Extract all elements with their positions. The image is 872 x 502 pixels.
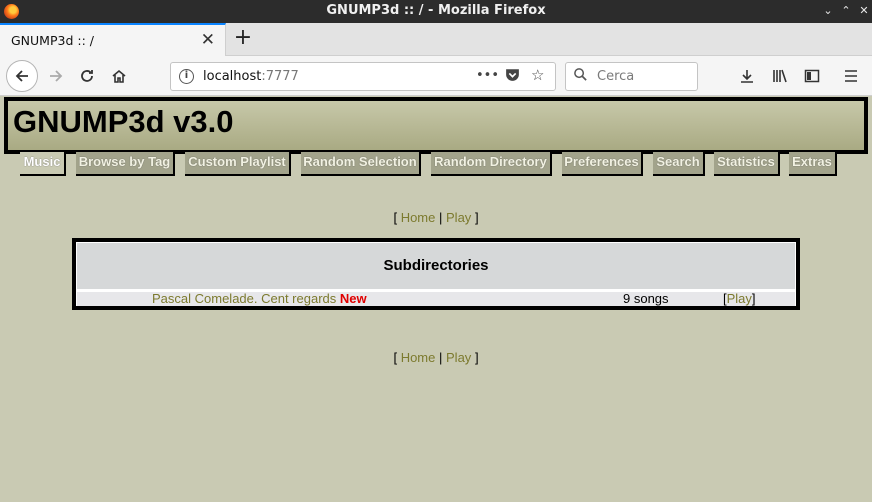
reload-button[interactable] (72, 61, 102, 91)
new-badge: New (339, 291, 367, 306)
home-button[interactable] (104, 61, 134, 91)
home-icon (112, 69, 126, 83)
new-tab-button[interactable]: + (231, 26, 255, 50)
bracket-close: ] (474, 210, 479, 225)
tab-search[interactable]: Search (653, 152, 705, 176)
forward-arrow-icon (50, 70, 63, 82)
tab-preferences[interactable]: Preferences (562, 152, 643, 176)
url-text[interactable]: localhost:7777 (203, 69, 299, 84)
tab-music[interactable]: Music (20, 152, 66, 176)
tab-extras[interactable]: Extras (789, 152, 837, 176)
tab-custom-playlist[interactable]: Custom Playlist (185, 152, 291, 176)
page-content: GNUMP3d v3.0 Music Browse by Tag Custom … (0, 96, 872, 502)
close-window-button[interactable]: ✕ (856, 3, 872, 19)
close-tab-icon[interactable]: ✕ (201, 30, 215, 50)
header-banner: GNUMP3d v3.0 (4, 97, 868, 154)
sidebar-icon (804, 69, 820, 83)
directory-link[interactable]: Pascal Comelade. Cent regards New (152, 292, 367, 306)
search-icon (573, 67, 588, 86)
directory-name: Pascal Comelade. Cent regards (152, 291, 337, 306)
home-link-bottom[interactable]: Home (401, 350, 436, 365)
maximize-button[interactable]: ⌃ (838, 3, 854, 19)
downloads-button[interactable] (733, 61, 761, 91)
site-navigation: Music Browse by Tag Custom Playlist Rand… (0, 152, 872, 176)
row-play-link: [Play] (723, 291, 756, 306)
back-button[interactable] (6, 60, 38, 92)
play-directory-link[interactable]: Play (727, 291, 752, 306)
url-port: :7777 (261, 69, 299, 84)
subdirectories-table: Subdirectories Pascal Comelade. Cent reg… (72, 238, 800, 310)
url-host: localhost (203, 69, 262, 84)
subdirectories-header: Subdirectories (77, 243, 795, 289)
bookmark-star-icon[interactable]: ☆ (531, 66, 544, 84)
forward-button[interactable] (41, 61, 71, 91)
window-titlebar: GNUMP3d :: / - Mozilla Firefox ⌄ ⌃ ✕ (0, 0, 872, 23)
search-placeholder: Cerca (597, 69, 635, 84)
menu-button[interactable] (837, 61, 865, 91)
pocket-icon[interactable] (504, 66, 521, 87)
browser-tab[interactable]: GNUMP3d :: / ✕ (0, 23, 226, 56)
tab-title: GNUMP3d :: / (11, 33, 94, 48)
back-arrow-icon (15, 70, 28, 82)
bracket-open: [ (393, 350, 398, 365)
tab-random-selection[interactable]: Random Selection (301, 152, 421, 176)
home-link[interactable]: Home (401, 210, 436, 225)
page-heading: GNUMP3d v3.0 (13, 104, 234, 139)
tab-browse-by-tag[interactable]: Browse by Tag (76, 152, 175, 176)
page-actions-icon[interactable]: ••• (476, 68, 499, 83)
bracket-open: [ (393, 210, 398, 225)
sidebar-button[interactable] (798, 61, 826, 91)
bottom-links: [ Home | Play ] (0, 350, 872, 365)
download-icon (741, 70, 753, 83)
link-separator: | (439, 210, 443, 225)
window-title: GNUMP3d :: / - Mozilla Firefox (326, 3, 546, 18)
library-button[interactable] (766, 61, 794, 91)
site-info-icon[interactable]: i (179, 69, 194, 84)
top-links: [ Home | Play ] (0, 210, 872, 225)
bracket-close: ] (474, 350, 479, 365)
search-box[interactable]: Cerca (565, 62, 698, 91)
play-link[interactable]: Play (446, 210, 471, 225)
navigation-toolbar: i localhost:7777 ••• ☆ Cerca (0, 56, 872, 96)
reload-icon (81, 70, 93, 82)
tab-random-directory[interactable]: Random Directory (431, 152, 552, 176)
hamburger-menu-icon (845, 70, 857, 82)
minimize-button[interactable]: ⌄ (820, 3, 836, 19)
table-row: Pascal Comelade. Cent regards New 9 song… (77, 292, 795, 306)
play-link-bottom[interactable]: Play (446, 350, 471, 365)
song-count: 9 songs (623, 291, 669, 306)
link-separator: | (439, 350, 443, 365)
tab-strip: GNUMP3d :: / ✕ + (0, 23, 872, 56)
tab-statistics[interactable]: Statistics (714, 152, 780, 176)
url-bar[interactable]: i localhost:7777 ••• ☆ (170, 62, 556, 91)
library-icon (773, 69, 787, 83)
